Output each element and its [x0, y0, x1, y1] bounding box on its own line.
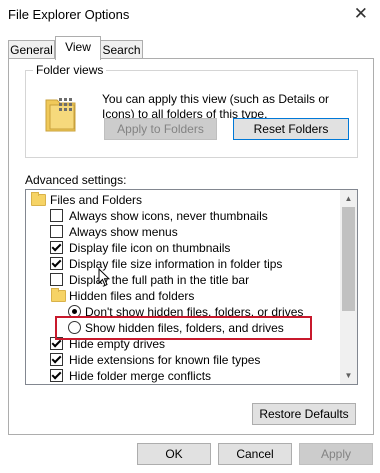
scrollbar-thumb[interactable] [342, 207, 355, 311]
folder-icon [51, 288, 66, 302]
setting-label: Always show menus [69, 225, 178, 239]
title-bar: File Explorer Options ✕ [0, 0, 380, 30]
tree-item-label: Files and Folders [50, 193, 143, 207]
mouse-cursor-icon [98, 268, 110, 287]
ok-button[interactable]: OK [137, 443, 211, 465]
setting-display-file-size[interactable]: Display file size information in folder … [26, 256, 336, 272]
setting-label: Hide folder merge conflicts [69, 369, 212, 383]
checkbox[interactable] [50, 273, 63, 286]
setting-always-show-icons[interactable]: Always show icons, never thumbnails [26, 208, 326, 224]
restore-defaults-button[interactable]: Restore Defaults [252, 403, 356, 425]
cancel-button[interactable]: Cancel [218, 443, 292, 465]
tab-search[interactable]: Search [100, 40, 143, 60]
checkbox[interactable] [50, 209, 63, 222]
tree-item-files-and-folders: Files and Folders [26, 192, 326, 208]
folder-icon [31, 192, 46, 206]
annotation-highlight-box [55, 316, 312, 340]
folder-icon [45, 98, 76, 132]
close-icon[interactable]: ✕ [354, 4, 368, 24]
setting-label: Display file icon on thumbnails [69, 241, 231, 255]
tab-general[interactable]: General [8, 40, 55, 60]
advanced-settings-label: Advanced settings: [25, 173, 127, 187]
apply-to-folders-button[interactable]: Apply to Folders [104, 118, 217, 140]
setting-label: Hide extensions for known file types [69, 353, 261, 367]
checkbox[interactable] [50, 257, 63, 270]
window-title: File Explorer Options [8, 7, 130, 22]
checkbox[interactable] [50, 353, 63, 366]
tree-item-label: Hidden files and folders [69, 289, 195, 303]
folder-views-label: Folder views [33, 63, 107, 77]
setting-always-show-menus[interactable]: Always show menus [26, 224, 326, 240]
setting-label: Display the full path in the title bar [69, 273, 250, 287]
vertical-scrollbar[interactable]: ▲ ▼ [340, 190, 357, 384]
chevron-up-icon[interactable]: ▲ [340, 190, 357, 207]
checkbox[interactable] [50, 241, 63, 254]
setting-hide-extensions[interactable]: Hide extensions for known file types [26, 352, 326, 368]
folder-views-group: Folder views You can apply this view (su… [25, 63, 358, 158]
view-tab-panel: Folder views You can apply this view (su… [8, 58, 374, 435]
setting-label: Always show icons, never thumbnails [69, 209, 268, 223]
chevron-down-icon[interactable]: ▼ [340, 367, 357, 384]
checkbox[interactable] [50, 225, 63, 238]
checkbox[interactable] [50, 369, 63, 382]
reset-folders-button[interactable]: Reset Folders [233, 118, 349, 140]
tree-item-hidden-files: Hidden files and folders [26, 288, 326, 304]
setting-hide-merge-conflicts[interactable]: Hide folder merge conflicts [26, 368, 326, 384]
tab-view[interactable]: View [55, 36, 101, 60]
advanced-settings-tree[interactable]: Files and Folders Always show icons, nev… [25, 189, 358, 385]
apply-button[interactable]: Apply [299, 443, 373, 465]
setting-display-file-icon[interactable]: Display file icon on thumbnails [26, 240, 326, 256]
setting-display-full-path[interactable]: Display the full path in the title bar [26, 272, 326, 288]
